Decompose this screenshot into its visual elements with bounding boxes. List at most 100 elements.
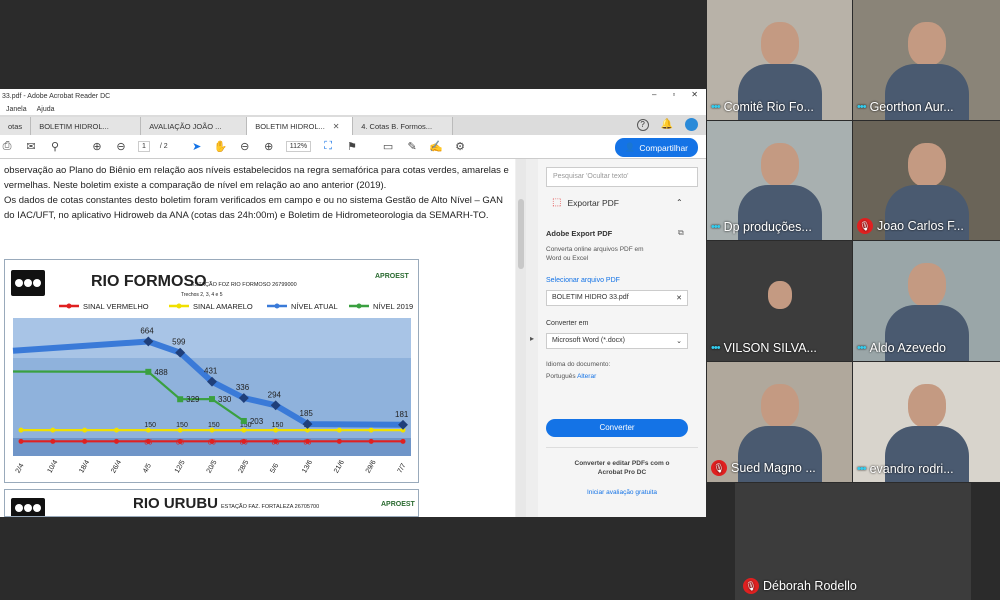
data-label: 664 <box>140 326 154 335</box>
participant-name: ••• Georthon Aur... <box>857 100 954 114</box>
participant-tile[interactable]: ••• Comitê Rio Fo... <box>707 0 852 120</box>
zoom-in-icon[interactable]: ⊕ <box>262 140 276 153</box>
x-tick-label: 26/4 <box>110 459 123 474</box>
window-controls: – ▫ ✕ <box>652 90 698 99</box>
muted-mic-icon: 🎙 <box>711 460 727 476</box>
remove-file-icon[interactable]: ✕ <box>676 294 682 302</box>
chart-title: RIO FORMOSO <box>91 273 207 290</box>
x-tick-label: 7/7 <box>397 462 408 474</box>
x-tick-label: 5/6 <box>269 462 280 474</box>
participant-tile[interactable]: 🎙 Déborah Rodello <box>735 483 971 600</box>
window-title: 33.pdf - Adobe Acrobat Reader DC <box>2 92 111 100</box>
sign-icon[interactable]: ✍ <box>429 140 443 153</box>
data-label: 330 <box>218 395 232 404</box>
select-cursor-icon[interactable]: ➤ <box>190 140 204 153</box>
share-button[interactable]: 👤 Compartilhar <box>614 138 698 157</box>
x-tick-label: 10/4 <box>47 459 60 474</box>
vertical-scrollbar[interactable] <box>516 159 526 517</box>
tab-1[interactable]: BOLETIM HIDROL... <box>31 117 142 135</box>
minimize-icon[interactable]: – <box>652 90 656 99</box>
export-pdf-header[interactable]: ⬚ Exportar PDF <box>552 197 619 208</box>
tab-2[interactable]: AVALIAÇÃO JOÃO ... <box>141 117 248 135</box>
participant-tile[interactable]: ••• Dp produções... <box>707 121 852 240</box>
bell-icon[interactable]: 🔔 <box>661 119 673 130</box>
data-label: 329 <box>186 395 200 404</box>
change-language-link[interactable]: Alterar <box>577 373 596 380</box>
collapse-panel-icon[interactable]: ▸ <box>526 159 538 517</box>
panel-search-input[interactable]: Pesquisar 'Ocultar texto' <box>546 167 698 187</box>
data-label: 150 <box>176 422 188 429</box>
account-icon[interactable] <box>685 118 698 131</box>
participant-tile[interactable]: ••• Aldo Azevedo <box>853 241 1000 361</box>
fit-page-icon[interactable]: ⛶ <box>321 140 335 153</box>
stamp-icon[interactable]: ⚑ <box>345 140 359 153</box>
participant-video <box>760 143 799 187</box>
select-pdf-link[interactable]: Selecionar arquivo PDF <box>546 277 620 284</box>
paragraph-2: Os dados de cotas constantes desto bolet… <box>4 195 504 221</box>
export-pdf-title: Exportar PDF <box>567 197 619 208</box>
zoom-out-icon[interactable]: ⊖ <box>238 140 252 153</box>
hand-icon[interactable]: ✋ <box>214 140 228 153</box>
chevron-up-icon[interactable]: ⌃ <box>676 198 683 207</box>
aproest-logo-2: APROEST <box>381 501 416 508</box>
x-tick-label: 18/4 <box>78 459 91 474</box>
promo-text: Converter e editar PDFs com o Acrobat Pr… <box>574 460 670 476</box>
adobe-export-heading: Adobe Export PDF <box>546 229 613 238</box>
tools-icon[interactable]: ⚙ <box>453 140 467 153</box>
data-point <box>82 438 88 444</box>
speaking-indicator-icon: ••• <box>711 101 721 113</box>
muted-mic-icon: 🎙 <box>857 218 873 234</box>
menu-janela[interactable]: Janela <box>6 106 27 113</box>
document-view[interactable]: observação ao Plano do Biênio em relação… <box>0 159 515 517</box>
data-point <box>18 427 24 433</box>
tab-label: otas <box>8 121 23 131</box>
menu-ajuda[interactable]: Ajuda <box>37 106 55 113</box>
x-tick-label: 28/5 <box>238 459 251 474</box>
participant-tile[interactable]: ••• VILSON SILVA... <box>707 241 852 361</box>
page-number-input[interactable]: 1 <box>138 141 150 152</box>
page-total: / 2 <box>159 143 168 150</box>
next-page-icon[interactable]: ⊖ <box>114 140 128 153</box>
right-panel: Pesquisar 'Ocultar texto' ⬚ Exportar PDF… <box>538 159 706 517</box>
convert-button[interactable]: Converter <box>546 419 688 437</box>
legend-marker <box>176 303 182 309</box>
data-point <box>336 438 342 444</box>
tab-4[interactable]: 4. Cotas B. Formos... <box>353 117 454 135</box>
zoom-select[interactable]: 112% <box>285 141 312 152</box>
data-label: 85 <box>304 439 312 446</box>
info-icon[interactable]: ⧉ <box>678 228 684 238</box>
legend-marker <box>66 303 72 309</box>
comment-icon[interactable]: ▭ <box>381 140 395 153</box>
maximize-icon[interactable]: ▫ <box>672 90 675 99</box>
tab-0[interactable]: otas <box>0 117 32 135</box>
print-icon[interactable]: ⎙ <box>0 140 14 153</box>
tab-3-active[interactable]: BOLETIM HIDROL... ✕ <box>247 117 354 135</box>
close-icon[interactable]: ✕ <box>691 90 698 99</box>
tab-bar-icons: ? 🔔 <box>636 118 698 131</box>
format-select[interactable]: Microsoft Word (*.docx) ⌄ <box>546 333 688 349</box>
pen-icon[interactable]: ✎ <box>405 140 419 153</box>
search-icon[interactable]: ⚲ <box>48 140 62 153</box>
participant-tile[interactable]: ••• Georthon Aur... <box>853 0 1000 120</box>
free-trial-link[interactable]: Iniciar avaliação gratuita <box>560 489 684 496</box>
selected-file-field[interactable]: BOLETIM HIDRO 33.pdf ✕ <box>546 290 688 306</box>
participant-tile[interactable]: ••• evandro rodri... <box>853 362 1000 482</box>
paragraph-1: observação ao Plano do Biênio em relação… <box>4 165 509 191</box>
tab-label: AVALIAÇÃO JOÃO ... <box>149 121 222 131</box>
x-tick-label: 13/6 <box>301 459 314 474</box>
participant-tile[interactable]: 🎙 Joao Carlos F... <box>853 121 1000 240</box>
convert-to-label: Converter em <box>546 320 589 327</box>
prev-page-icon[interactable]: ⊕ <box>90 140 104 153</box>
export-pdf-icon: ⬚ <box>552 197 562 208</box>
scroll-thumb[interactable] <box>518 199 524 269</box>
data-label: 431 <box>204 367 218 376</box>
mail-icon[interactable]: ✉ <box>24 140 38 153</box>
participant-tile[interactable]: 🎙 Sued Magno ... <box>707 362 852 482</box>
tab-bar: otas BOLETIM HIDROL... AVALIAÇÃO JOÃO ..… <box>0 115 706 135</box>
help-icon[interactable]: ? <box>636 118 649 131</box>
legend-label: NÍVEL 2019 <box>373 302 413 311</box>
chevron-down-icon: ⌄ <box>676 338 682 345</box>
participant-name-label: Aldo Azevedo <box>869 341 947 355</box>
speaking-indicator-icon: ••• <box>857 342 867 354</box>
tab-close-icon[interactable]: ✕ <box>333 122 340 131</box>
